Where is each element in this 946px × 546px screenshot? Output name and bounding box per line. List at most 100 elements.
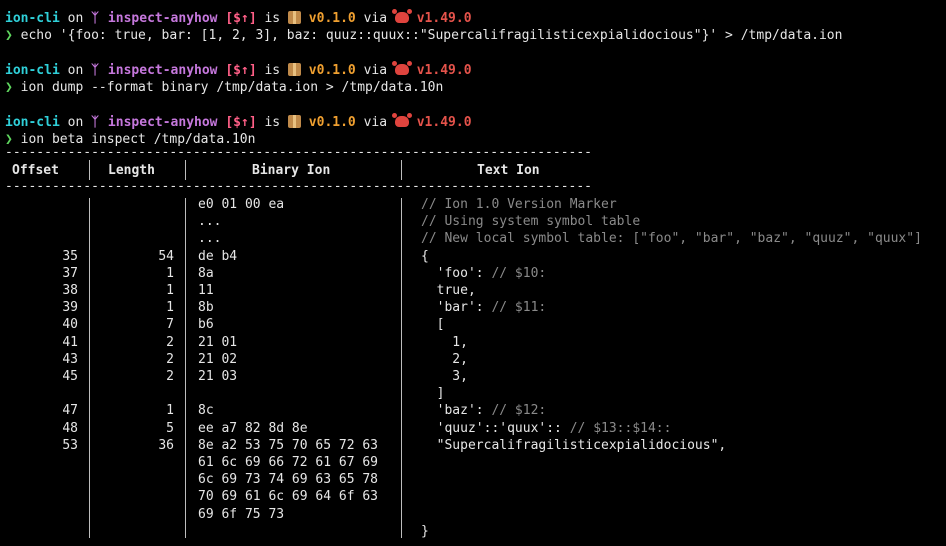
length-cell: 36: [158, 438, 174, 453]
length-cell: 2: [166, 352, 174, 367]
command-line[interactable]: ❯ ion dump --format binary /tmp/data.ion…: [5, 79, 443, 96]
offset-cell: 43: [62, 352, 78, 367]
header-length: Length: [108, 163, 155, 178]
binary-cell: 21 01: [198, 335, 238, 350]
binary-cell: 8a: [198, 266, 214, 281]
text-ion-value: true,: [421, 283, 476, 298]
on-word: on: [59, 63, 92, 78]
offset-cell: 53: [62, 438, 78, 453]
length-cell: 2: [166, 335, 174, 350]
binary-cell: 8c: [198, 403, 214, 418]
rust-version: v1.49.0: [408, 115, 472, 130]
prompt-status-line: ion-cli on ᛉ inspect-anyhow [$↑] is v0.1…: [5, 113, 472, 131]
package-icon: [287, 115, 301, 128]
binary-cell: 21 03: [198, 369, 238, 384]
header-text: Text Ion: [477, 163, 540, 178]
text-ion-value: 2,: [421, 352, 468, 367]
text-ion-cell: 'baz': // $12:: [421, 402, 547, 419]
offset-cell: 41: [62, 335, 78, 350]
binary-cell: 69 6f 75 73: [198, 507, 285, 522]
binary-cell: ee a7 82 8d 8e: [198, 421, 308, 436]
prompt-caret: ❯: [5, 80, 21, 95]
text-ion-cell: 1,: [421, 334, 468, 351]
table-rule-top: ----------------------------------------…: [5, 145, 592, 160]
text-ion-value: ]: [421, 386, 445, 401]
offset-cell: 47: [62, 403, 78, 418]
package-version: v0.1.0: [300, 63, 356, 78]
command-line[interactable]: ❯ echo '{foo: true, bar: [1, 2, 3], baz:…: [5, 27, 842, 44]
crab-icon: [391, 9, 412, 23]
package-version: v0.1.0: [300, 11, 356, 26]
length-cell: 1: [166, 283, 174, 298]
git-status: [$↑]: [225, 63, 257, 78]
symbol-comment: // $13::$14::: [569, 421, 672, 436]
text-ion-value: // Ion 1.0 Version Marker: [421, 197, 617, 212]
binary-cell: 8b: [198, 300, 214, 315]
text-ion-cell: // Using system symbol table: [421, 213, 640, 230]
length-cell: 54: [158, 249, 174, 264]
column-divider: [401, 160, 402, 180]
text-ion-value: {: [421, 249, 429, 264]
git-status: [$↑]: [225, 11, 257, 26]
package-icon: [287, 11, 301, 24]
length-cell: 2: [166, 369, 174, 384]
branch-name: inspect-anyhow: [100, 63, 226, 78]
binary-cell: e0 01 00 ea: [198, 197, 285, 212]
text-ion-value: }: [421, 524, 429, 539]
git-status: [$↑]: [225, 115, 257, 130]
text-ion-value: 'bar':: [421, 300, 492, 315]
symbol-comment: // $12:: [491, 403, 547, 418]
text-ion-value: 'quuz'::'quux'::: [421, 421, 570, 436]
binary-cell: ...: [198, 214, 222, 229]
offset-cell: 48: [62, 421, 78, 436]
via-word: via: [355, 63, 395, 78]
binary-cell: 8e a2 53 75 70 65 72 63: [198, 438, 379, 453]
text-ion-cell: {: [421, 248, 429, 265]
text-ion-cell: 'foo': // $10:: [421, 265, 547, 282]
offset-cell: 35: [62, 249, 78, 264]
binary-cell: 61 6c 69 66 72 61 67 69: [198, 455, 379, 470]
package-icon: [287, 63, 301, 76]
header-offset: Offset: [12, 163, 59, 178]
length-cell: 5: [166, 421, 174, 436]
prompt-status-line: ion-cli on ᛉ inspect-anyhow [$↑] is v0.1…: [5, 61, 472, 79]
via-word: via: [355, 115, 395, 130]
text-ion-value: 1,: [421, 335, 468, 350]
text-ion-value: 'baz':: [421, 403, 492, 418]
branch-name: inspect-anyhow: [100, 115, 226, 130]
binary-cell: de b4: [198, 249, 238, 264]
binary-cell: 11: [198, 283, 214, 298]
offset-cell: 37: [62, 266, 78, 281]
offset-cell: 40: [62, 317, 78, 332]
column-divider: [89, 198, 90, 538]
text-ion-value: // Using system symbol table: [421, 214, 641, 229]
binary-cell: ...: [198, 231, 222, 246]
git-branch-icon: ᛉ: [91, 11, 99, 26]
crab-icon: [391, 61, 412, 75]
offset-cell: 39: [62, 300, 78, 315]
on-word: on: [59, 115, 92, 130]
branch-name: inspect-anyhow: [100, 11, 226, 26]
command-text[interactable]: ion dump --format binary /tmp/data.ion >…: [21, 80, 444, 95]
prompt-caret: ❯: [5, 28, 21, 43]
is-word: is: [256, 115, 288, 130]
text-ion-value: [: [421, 317, 445, 332]
text-ion-cell: 3,: [421, 368, 468, 385]
text-ion-value: 3,: [421, 369, 468, 384]
is-word: is: [256, 63, 288, 78]
length-cell: 7: [166, 317, 174, 332]
text-ion-cell: 'quuz'::'quux':: // $13::$14::: [421, 420, 672, 437]
project-name: ion-cli: [5, 115, 60, 130]
symbol-comment: // $11:: [491, 300, 547, 315]
project-name: ion-cli: [5, 63, 60, 78]
text-ion-cell: // New local symbol table: ["foo", "bar"…: [421, 230, 922, 247]
prompt-status-line: ion-cli on ᛉ inspect-anyhow [$↑] is v0.1…: [5, 9, 472, 27]
offset-cell: 45: [62, 369, 78, 384]
rust-version: v1.49.0: [408, 63, 472, 78]
binary-cell: 6c 69 73 74 69 63 65 78: [198, 472, 379, 487]
command-text[interactable]: echo '{foo: true, bar: [1, 2, 3], baz: q…: [21, 28, 843, 43]
via-word: via: [355, 11, 395, 26]
text-ion-cell: 2,: [421, 351, 468, 368]
symbol-comment: // $10:: [491, 266, 547, 281]
text-ion-cell: true,: [421, 282, 476, 299]
